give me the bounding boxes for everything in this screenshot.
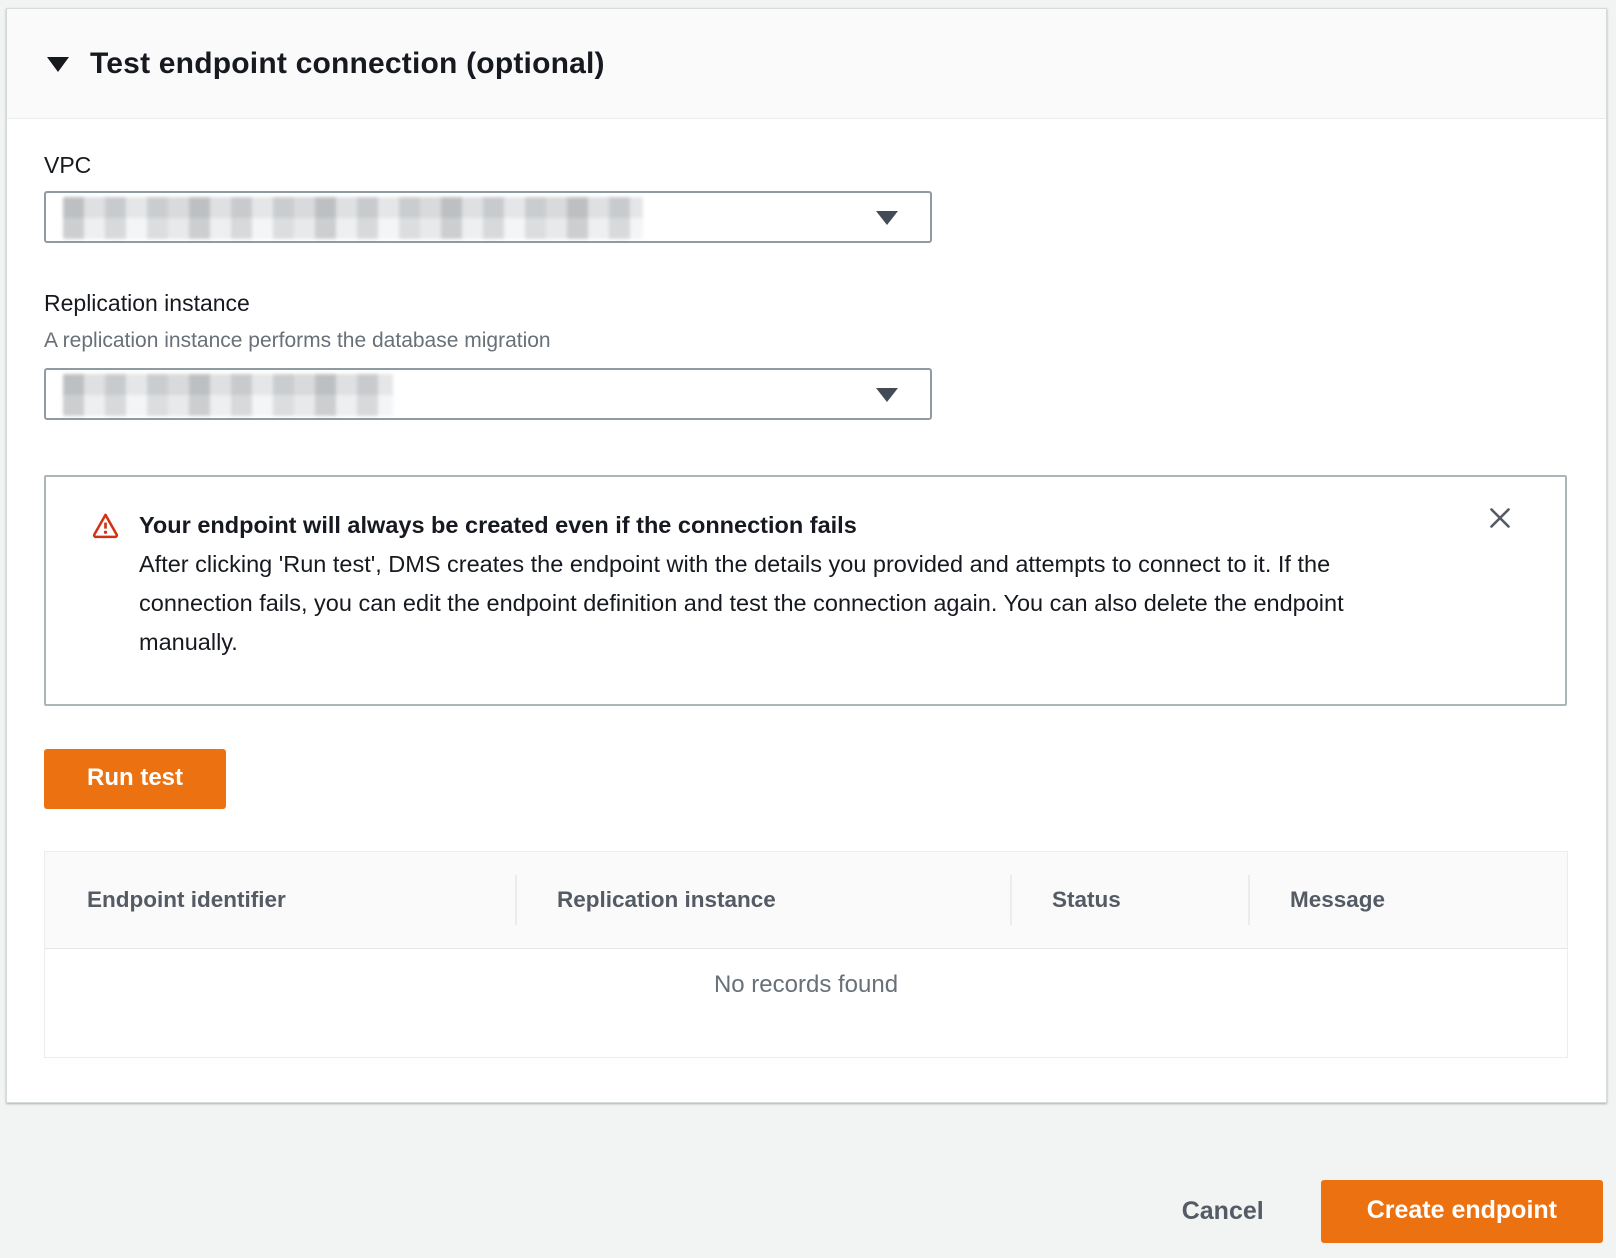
replication-instance-label: Replication instance — [44, 290, 1565, 317]
table-header-row: Endpoint identifier Replication instance… — [45, 852, 1567, 949]
empty-state-text: No records found — [714, 971, 898, 999]
collapse-triangle-icon — [47, 57, 69, 72]
alert-title: Your endpoint will always be created eve… — [139, 506, 1439, 545]
replication-instance-select[interactable] — [44, 368, 932, 420]
alert-body: After clicking 'Run test', DMS creates t… — [139, 545, 1439, 662]
vpc-select[interactable] — [44, 191, 932, 243]
section-body: VPC Replication instance A replication i… — [7, 119, 1606, 1058]
replication-instance-redacted-value — [63, 374, 393, 416]
column-header-replication-instance: Replication instance — [515, 852, 1010, 948]
cancel-button[interactable]: Cancel — [1182, 1197, 1264, 1226]
chevron-down-icon — [876, 211, 898, 225]
replication-instance-description: A replication instance performs the data… — [44, 329, 1565, 353]
column-header-status: Status — [1010, 852, 1248, 948]
test-results-table: Endpoint identifier Replication instance… — [44, 851, 1568, 1058]
warning-alert: Your endpoint will always be created eve… — [44, 475, 1567, 706]
run-test-button[interactable]: Run test — [44, 749, 226, 809]
replication-instance-field: Replication instance A replication insta… — [44, 290, 1565, 420]
vpc-field: VPC — [44, 152, 1565, 243]
chevron-down-icon — [876, 388, 898, 402]
column-header-endpoint-identifier: Endpoint identifier — [45, 852, 515, 948]
close-icon[interactable] — [1485, 503, 1515, 533]
footer-actions: Cancel Create endpoint — [0, 1103, 1616, 1243]
column-header-message: Message — [1248, 852, 1567, 948]
vpc-label: VPC — [44, 152, 1565, 179]
test-endpoint-connection-card: Test endpoint connection (optional) VPC … — [6, 8, 1607, 1103]
section-header[interactable]: Test endpoint connection (optional) — [7, 9, 1606, 119]
table-body: No records found — [45, 949, 1567, 1057]
create-endpoint-button[interactable]: Create endpoint — [1321, 1180, 1603, 1243]
section-title: Test endpoint connection (optional) — [90, 47, 605, 81]
alert-content: Your endpoint will always be created eve… — [139, 506, 1439, 662]
warning-triangle-icon — [91, 511, 120, 545]
vpc-redacted-value — [63, 197, 643, 239]
